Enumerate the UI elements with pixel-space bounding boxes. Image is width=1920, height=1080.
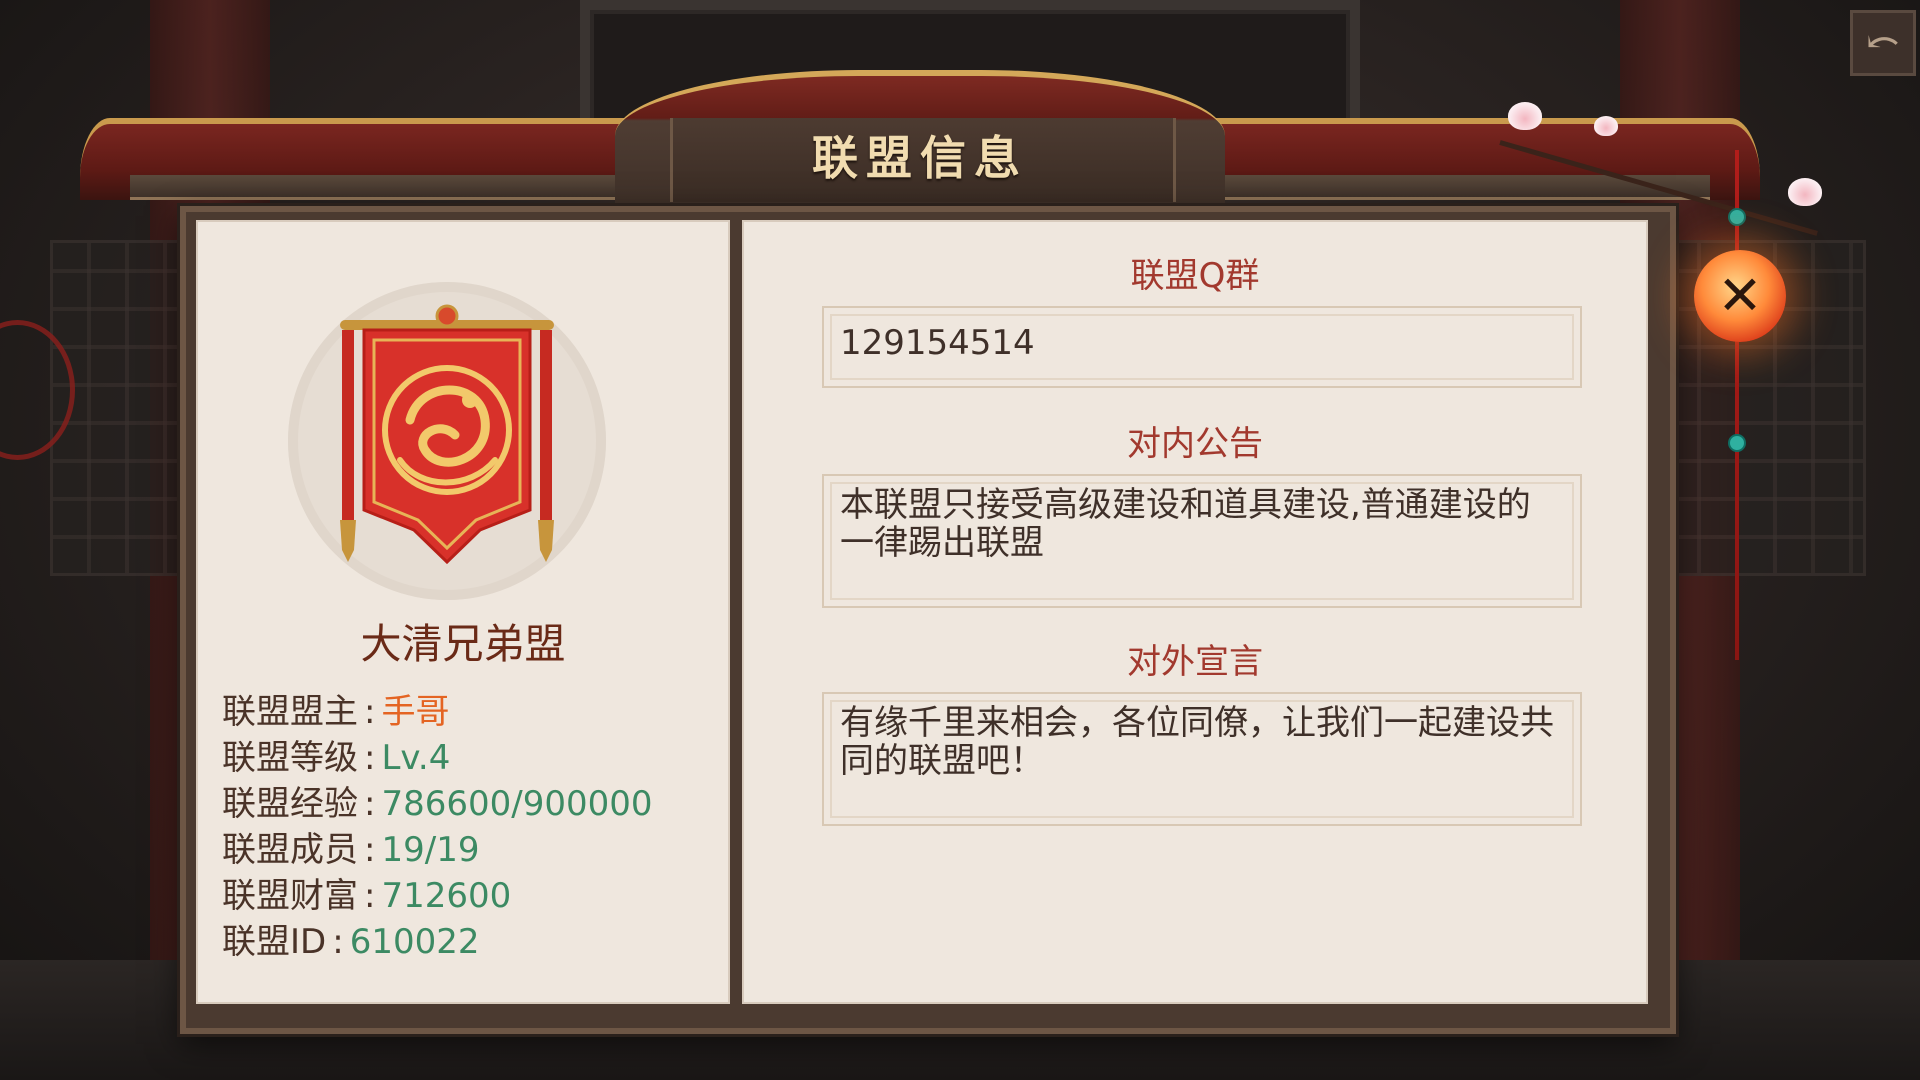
internal-notice-text: 本联盟只接受高级建设和道具建设,普通建设的一律踢出联盟 <box>840 485 1531 563</box>
stat-value-id: 610022 <box>349 922 480 962</box>
close-icon[interactable]: ✕ <box>1694 250 1786 342</box>
stat-label: 联盟成员 <box>222 830 358 870</box>
internal-notice-title: 对内公告 <box>1127 424 1263 464</box>
stat-colon: : <box>332 922 344 962</box>
qq-group-title: 联盟Q群 <box>1130 256 1260 296</box>
stat-value-wealth: 712600 <box>381 876 512 916</box>
stat-value-exp: 786600/900000 <box>381 784 653 824</box>
lantern-bead <box>1728 434 1746 452</box>
blossom-decoration <box>1788 178 1822 206</box>
stat-value-leader[interactable]: 手哥 <box>381 692 449 732</box>
stat-value-level: Lv.4 <box>381 738 451 778</box>
lantern-cord <box>1735 150 1739 660</box>
stat-colon: : <box>364 692 376 732</box>
stat-label: 联盟等级 <box>222 738 358 778</box>
game-screen: ⤺ 联盟信息 大清兄弟盟 联盟盟主: 手哥 联盟等级: Lv.4 联盟经验:7866… <box>0 0 1920 1080</box>
dragon-banner-icon <box>340 304 554 565</box>
stat-row-wealth: 联盟财富:712600 <box>222 868 511 917</box>
stat-colon: : <box>364 830 376 870</box>
external-declaration-box[interactable]: 有缘千里来相会，各位同僚，让我们一起建设共同的联盟吧！ <box>822 692 1582 826</box>
stat-row-level: 联盟等级: Lv.4 <box>222 730 450 779</box>
alliance-name: 大清兄弟盟 <box>360 620 566 668</box>
stat-value-members: 19/19 <box>381 830 480 870</box>
stat-colon: : <box>364 738 376 778</box>
stat-label: 联盟经验 <box>222 784 358 824</box>
stat-colon: : <box>364 784 376 824</box>
stat-colon: : <box>364 876 376 916</box>
blossom-decoration <box>1594 116 1618 136</box>
stat-row-members: 联盟成员:19/19 <box>222 822 479 871</box>
stat-row-exp: 联盟经验:786600/900000 <box>222 776 653 825</box>
internal-notice-box[interactable]: 本联盟只接受高级建设和道具建设,普通建设的一律踢出联盟 <box>822 474 1582 608</box>
window-title: 联盟信息 <box>812 131 1028 185</box>
qq-group-box[interactable]: 129154514 <box>822 306 1582 388</box>
external-declaration-text: 有缘千里来相会，各位同僚，让我们一起建设共同的联盟吧！ <box>840 703 1554 781</box>
return-icon[interactable]: ⤺ <box>1850 10 1916 76</box>
stat-row-leader: 联盟盟主: 手哥 <box>222 684 449 733</box>
blossom-decoration <box>1508 102 1542 130</box>
qq-group-number[interactable]: 129154514 <box>840 324 1564 362</box>
close-button[interactable]: ✕ <box>1694 250 1786 342</box>
external-declaration-title: 对外宣言 <box>1127 642 1263 682</box>
stat-label: 联盟盟主 <box>222 692 358 732</box>
stat-row-id: 联盟ID:610022 <box>222 914 479 963</box>
lantern-bead <box>1728 208 1746 226</box>
stat-label: 联盟财富 <box>222 876 358 916</box>
stat-label: 联盟ID <box>222 922 327 962</box>
